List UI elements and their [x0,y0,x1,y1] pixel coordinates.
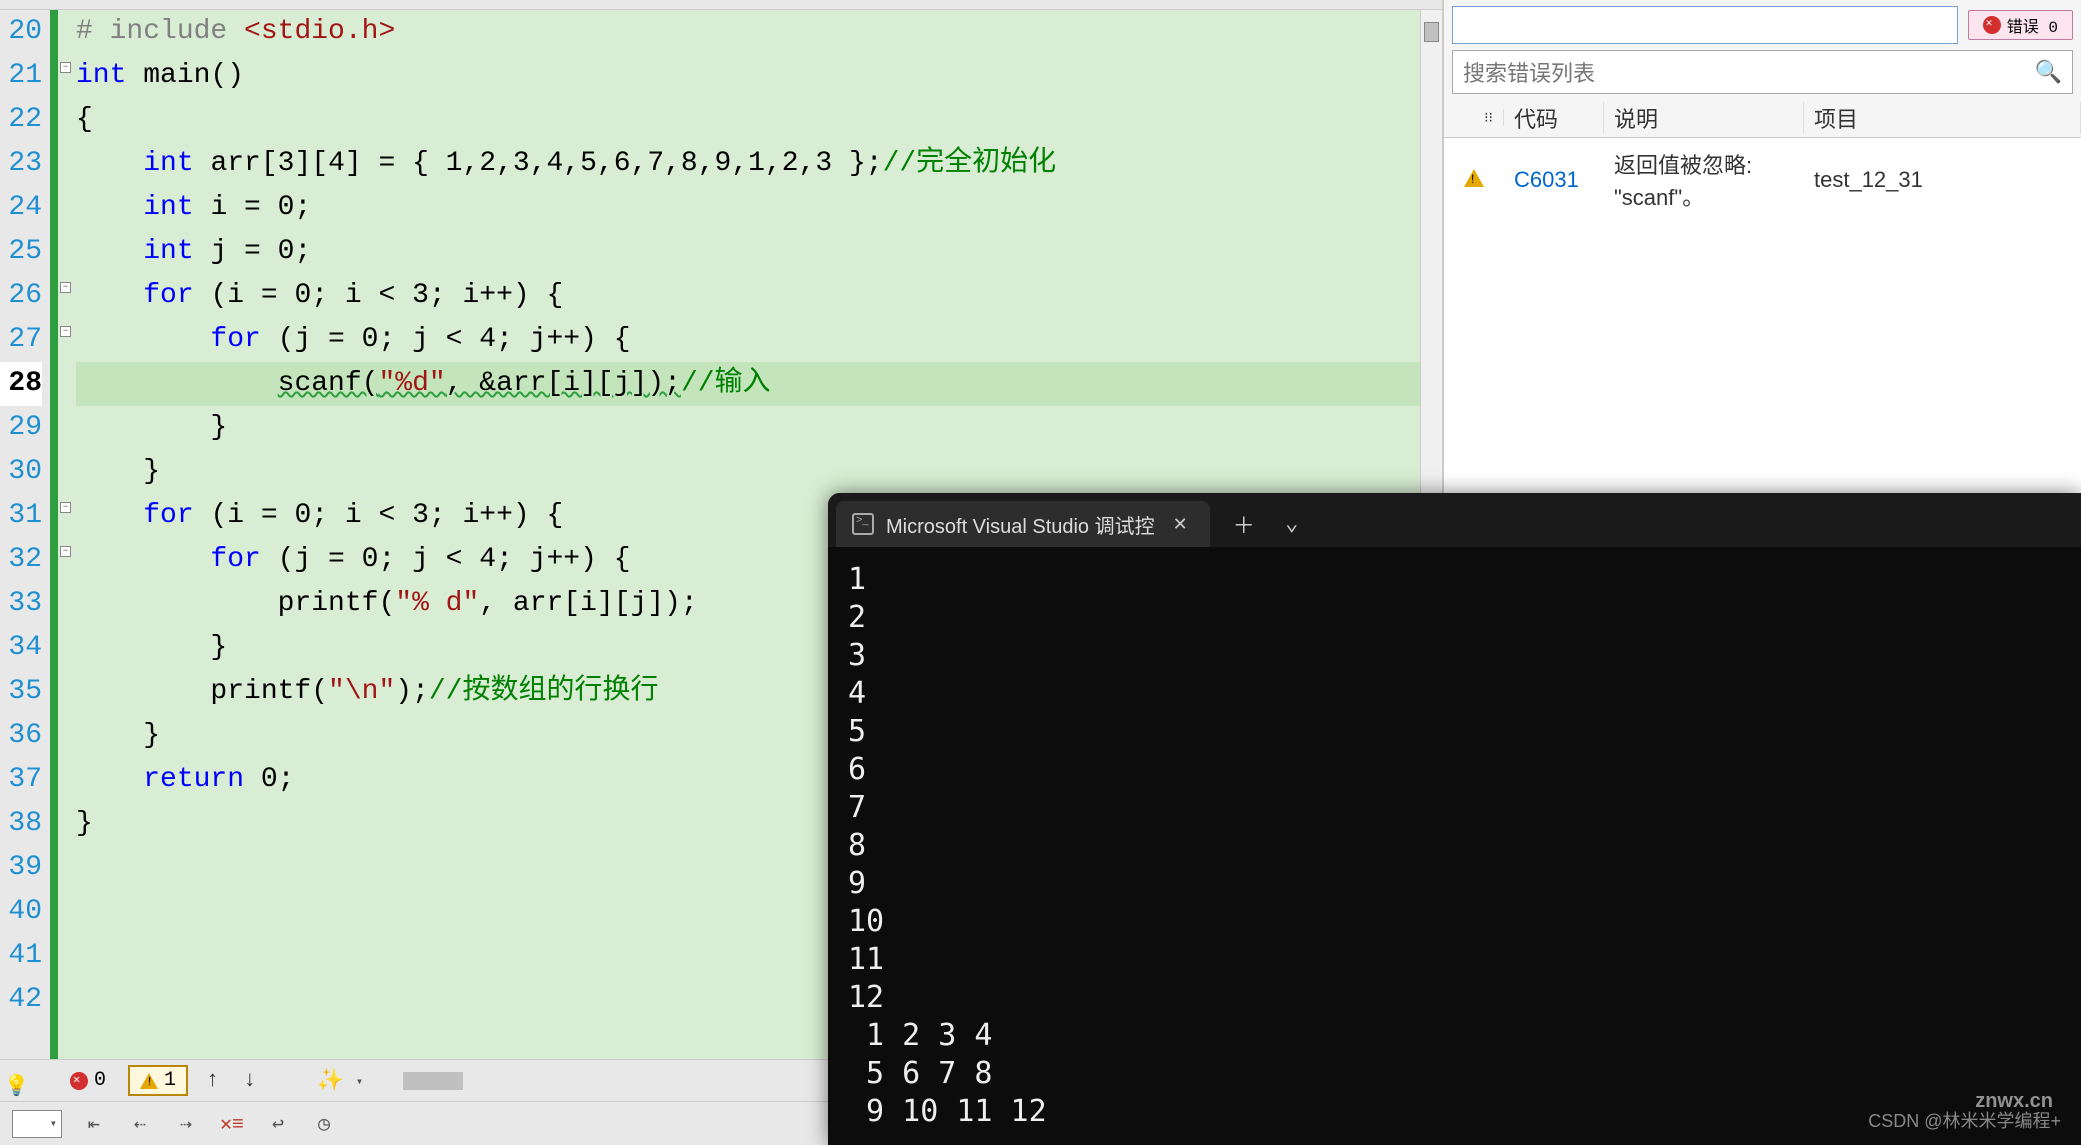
remove-line-icon[interactable]: ✕≡ [218,1110,246,1138]
header-icon-col[interactable]: ⁝⁝ [1444,109,1504,126]
terminal-tabbar: Microsoft Visual Studio 调试控 ✕ ＋ ⌄ [828,493,2081,547]
clock-icon[interactable]: ◷ [310,1110,338,1138]
new-tab-button[interactable]: ＋ [1222,504,1266,544]
scrollbar-thumb[interactable] [1424,22,1439,42]
terminal-icon [852,513,874,535]
watermark-text: CSDN @林米米学编程+ [1868,1107,2061,1133]
warning-count-value: 1 [164,1069,176,1092]
fold-toggle[interactable]: − [60,62,71,73]
scope-dropdown[interactable] [1452,6,1958,44]
close-tab-button[interactable]: ✕ [1167,514,1194,535]
fold-toggle[interactable]: − [60,326,71,337]
hscroll-thumb[interactable] [403,1072,463,1090]
error-row[interactable]: C6031 返回值被忽略: "scanf"。 test_12_31 [1444,138,2081,222]
fold-column[interactable]: − − − − − [58,10,74,1059]
errors-filter-label: 错误 0 [2007,13,2058,37]
search-placeholder: 搜索错误列表 [1463,56,1595,88]
row-desc: 返回值被忽略: "scanf"。 [1604,148,1804,212]
header-code[interactable]: 代码 [1504,102,1604,134]
outdent-left-icon[interactable]: ⇠ [126,1110,154,1138]
line-number-gutter: 2021222324252627282930313233343536373839… [0,10,50,1059]
nav-up-button[interactable]: ↑ [200,1068,225,1093]
toolbar-dropdown[interactable] [12,1110,62,1138]
warning-count[interactable]: 1 [128,1065,188,1096]
terminal-tab-title: Microsoft Visual Studio 调试控 [886,510,1155,539]
row-warning-icon [1444,167,1504,193]
row-code[interactable]: C6031 [1504,167,1604,193]
error-icon [1983,16,2001,34]
editor-tabs [0,0,1442,10]
row-project: test_12_31 [1804,167,2081,193]
terminal-output[interactable]: 1 2 3 4 5 6 7 8 9 10 11 12 1 2 3 4 5 6 7… [828,547,2081,1145]
indent-icon[interactable]: ⇤ [80,1110,108,1138]
fold-toggle[interactable]: − [60,502,71,513]
fold-toggle[interactable]: − [60,546,71,557]
error-count-value: 0 [94,1069,106,1092]
outdent-right-icon[interactable]: ⇢ [172,1110,200,1138]
errors-filter-pill[interactable]: 错误 0 [1968,10,2073,40]
warning-icon [140,1073,158,1089]
header-project[interactable]: 项目 [1804,102,2081,134]
word-wrap-icon[interactable]: ↩ [264,1110,292,1138]
error-table-header[interactable]: ⁝⁝ 代码 说明 项目 [1444,98,2081,138]
error-icon [70,1072,88,1090]
search-icon: 🔍 [2035,59,2062,85]
nav-down-button[interactable]: ↓ [237,1068,262,1093]
change-margin [50,10,58,1059]
header-desc[interactable]: 说明 [1604,102,1804,134]
terminal-tab[interactable]: Microsoft Visual Studio 调试控 ✕ [836,501,1210,547]
code-cleanup-icon[interactable]: ✨ [316,1068,343,1094]
debug-console-window[interactable]: Microsoft Visual Studio 调试控 ✕ ＋ ⌄ 1 2 3 … [828,493,2081,1145]
dropdown-arrow-icon[interactable] [356,1069,363,1092]
error-count[interactable]: 0 [60,1067,116,1094]
lightbulb-icon[interactable]: 💡 [4,1073,28,1097]
fold-toggle[interactable]: − [60,282,71,293]
search-error-list[interactable]: 搜索错误列表 🔍 [1452,50,2073,94]
tab-dropdown-button[interactable]: ⌄ [1270,504,1314,544]
